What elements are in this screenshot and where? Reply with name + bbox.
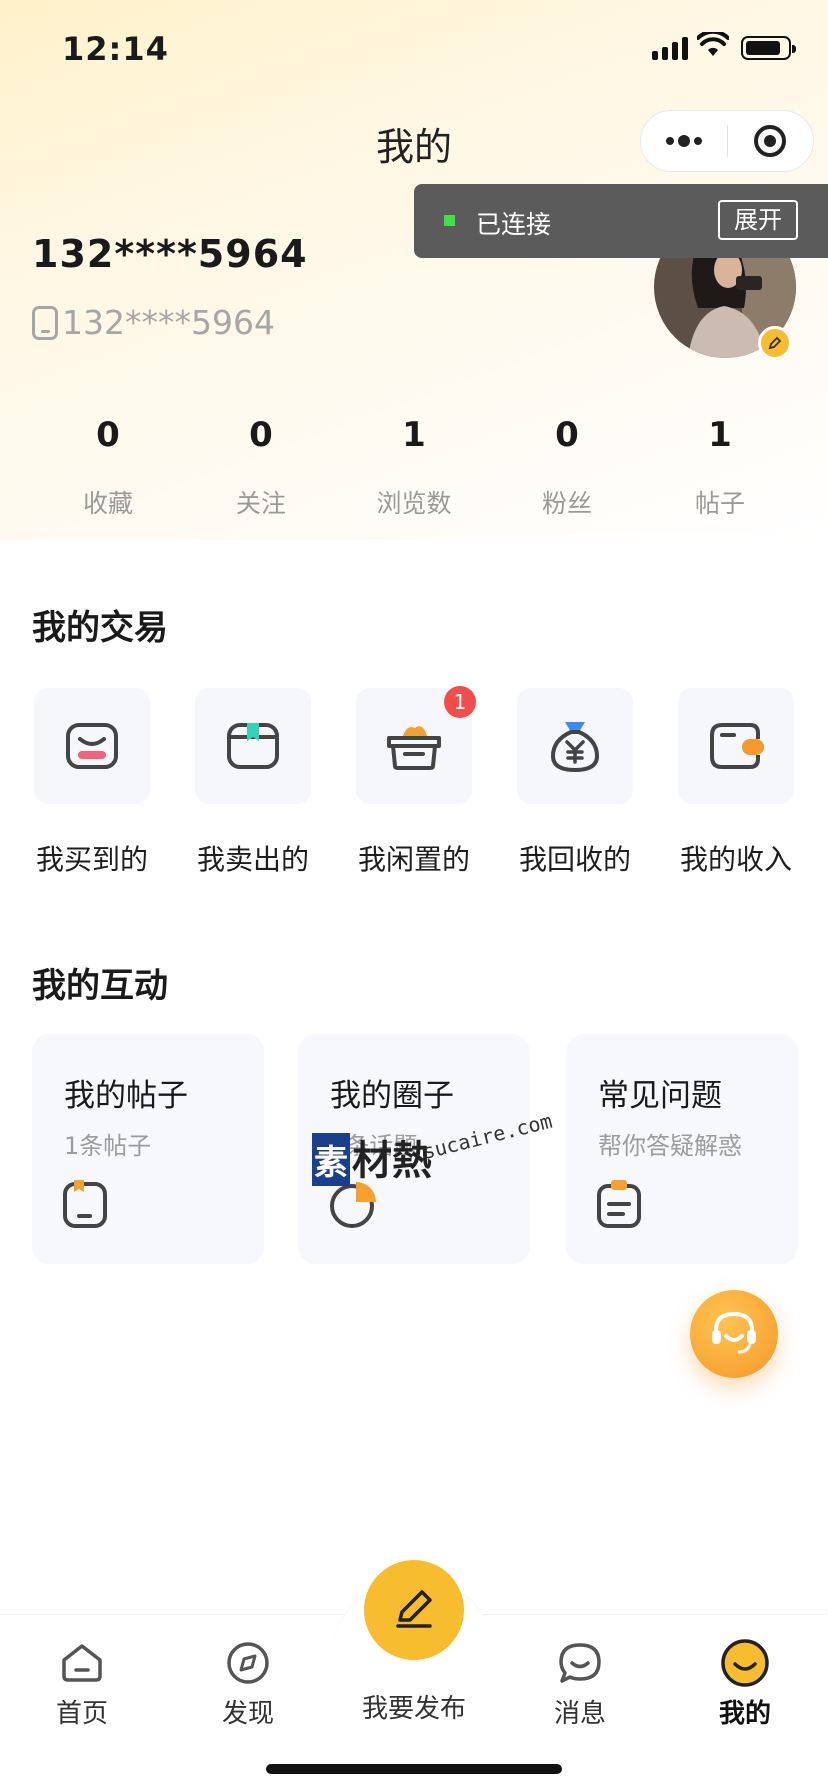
stat-favorites[interactable]: 0 收藏: [33, 410, 183, 520]
card-faq[interactable]: 常见问题 帮你答疑解惑: [566, 1034, 798, 1264]
tab-label: 发现: [221, 1699, 274, 1729]
stat-views[interactable]: 1 浏览数: [339, 410, 489, 520]
stat-value: 1: [708, 415, 732, 455]
clipboard-icon: [596, 1178, 644, 1234]
battery-icon: [741, 36, 796, 60]
post-icon: [62, 1178, 110, 1234]
wallet-icon: [678, 688, 794, 804]
stats-row: 0 收藏 0 关注 1 浏览数 0 粉丝 1 帖子: [0, 410, 828, 530]
circle-pie-icon: [328, 1178, 380, 1234]
box-bookmark-icon: [195, 688, 311, 804]
status-bar: 12:14: [0, 0, 828, 100]
connection-status: 已连接: [476, 210, 552, 239]
more-dots-icon[interactable]: [641, 111, 727, 171]
card-subtitle: 0条话题: [330, 1132, 418, 1160]
card-my-posts[interactable]: 我的帖子 1条帖子: [32, 1034, 264, 1264]
money-bag-icon: [517, 688, 633, 804]
tab-label: 消息: [553, 1699, 606, 1729]
chat-icon: [520, 1639, 640, 1687]
trade-item-sold[interactable]: 我卖出的: [191, 688, 315, 878]
card-title: 常见问题: [598, 1078, 722, 1114]
publish-label[interactable]: 我要发布: [344, 1688, 484, 1725]
tab-discover[interactable]: 发现: [188, 1639, 308, 1730]
tab-home[interactable]: 首页: [22, 1639, 142, 1730]
target-icon[interactable]: [728, 111, 814, 171]
trade-label: 我回收的: [518, 843, 631, 876]
connection-status-dot: [444, 215, 455, 226]
status-time: 12:14: [62, 30, 169, 68]
trade-label: 我买到的: [35, 843, 148, 876]
card-my-circles[interactable]: 我的圈子 0条话题: [298, 1034, 530, 1264]
pencil-icon: [390, 1584, 438, 1636]
stat-label: 粉丝: [541, 489, 592, 518]
phone-number: 132****5964: [62, 303, 275, 342]
card-title: 我的帖子: [64, 1078, 188, 1114]
headset-icon: [708, 1306, 760, 1362]
trade-item-bought[interactable]: 我买到的: [30, 688, 154, 878]
tab-label: 首页: [55, 1699, 108, 1729]
mini-program-capsule: [640, 110, 814, 172]
phone-icon: [32, 305, 58, 340]
stat-label: 关注: [235, 489, 286, 518]
connection-toast: 已连接 展开: [414, 184, 828, 258]
trade-label: 我卖出的: [196, 843, 309, 876]
expand-button[interactable]: 展开: [718, 200, 798, 240]
trade-item-idle[interactable]: 1 我闲置的: [352, 686, 476, 878]
customer-service-button[interactable]: [690, 1290, 778, 1378]
basket-icon: 1: [356, 686, 476, 804]
stat-following[interactable]: 0 关注: [186, 410, 336, 520]
stat-value: 0: [249, 415, 273, 455]
stat-value: 0: [96, 415, 120, 455]
card-subtitle: 帮你答疑解惑: [598, 1132, 742, 1160]
wifi-icon: [696, 29, 730, 62]
trade-item-recycled[interactable]: 我回收的: [513, 688, 637, 878]
stat-value: 0: [555, 415, 579, 455]
stat-label: 帖子: [694, 489, 745, 518]
stat-fans[interactable]: 0 粉丝: [492, 410, 642, 520]
trade-item-income[interactable]: 我的收入: [674, 688, 798, 878]
smile-icon: [685, 1639, 805, 1687]
bag-face-icon: [34, 688, 150, 804]
pencil-icon[interactable]: [758, 326, 792, 360]
tab-label: 我的: [718, 1699, 771, 1729]
stat-label: 浏览数: [376, 489, 452, 518]
notification-badge: 1: [444, 686, 476, 718]
tab-mine[interactable]: 我的: [685, 1639, 805, 1730]
section-title-interact: 我的互动: [32, 966, 168, 1006]
compass-icon: [188, 1639, 308, 1687]
stat-value: 1: [402, 415, 426, 455]
user-name: 132****5964: [32, 232, 308, 276]
publish-button[interactable]: [364, 1560, 464, 1660]
card-subtitle: 1条帖子: [64, 1132, 152, 1160]
stat-posts[interactable]: 1 帖子: [645, 410, 795, 520]
signal-icon: [652, 36, 688, 60]
phone-row: 132****5964: [32, 303, 275, 342]
tab-messages[interactable]: 消息: [520, 1639, 640, 1730]
stat-label: 收藏: [82, 489, 133, 518]
home-icon: [22, 1639, 142, 1687]
trade-label: 我的收入: [679, 843, 792, 876]
trade-label: 我闲置的: [357, 843, 470, 876]
card-title: 我的圈子: [330, 1078, 454, 1114]
home-indicator: [266, 1764, 562, 1774]
section-title-trade: 我的交易: [32, 608, 168, 648]
